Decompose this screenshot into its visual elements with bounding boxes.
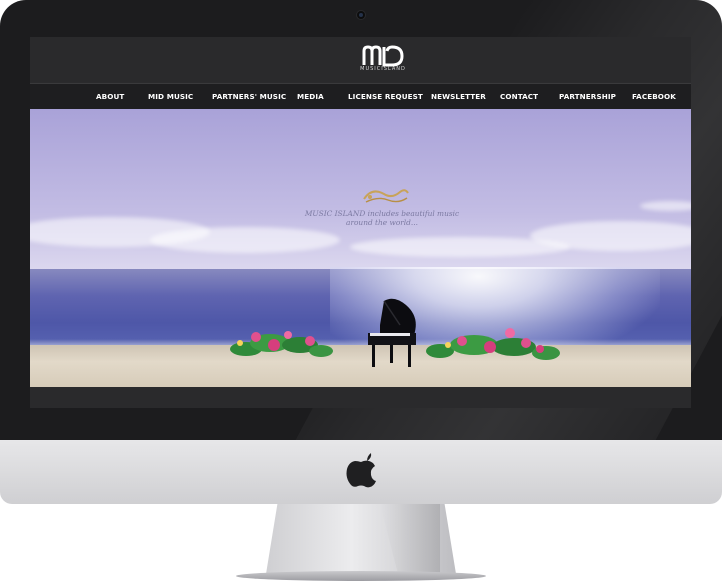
hero-banner: MUSIC ISLAND includes beautiful music ar… (30, 109, 691, 387)
nav-media[interactable]: MEDIA (297, 84, 324, 109)
nav-partners-music[interactable]: PARTNERS' MUSIC (212, 84, 286, 109)
flowers-right (426, 328, 560, 360)
nav-facebook[interactable]: FACEBOOK (632, 84, 676, 109)
tagline-line-1: MUSIC ISLAND includes beautiful music (304, 209, 460, 218)
logo-subtitle: MUSICISLAND (360, 66, 406, 72)
nav-contact[interactable]: CONTACT (500, 84, 538, 109)
camera-icon (357, 11, 365, 19)
nav-partnership[interactable]: PARTNERSHIP (559, 84, 616, 109)
apple-icon (346, 453, 376, 488)
flowers-left (230, 331, 333, 357)
imac-screen: MUSICISLAND ABOUT MID MUSIC PARTNERS' MU… (30, 37, 691, 408)
site-logo[interactable]: MUSICISLAND (358, 43, 408, 77)
mid-logo (362, 45, 404, 67)
grand-piano (368, 298, 416, 367)
main-nav: ABOUT MID MUSIC PARTNERS' MUSIC MEDIA LI… (30, 83, 691, 110)
nav-newsletter[interactable]: NEWSLETTER (431, 84, 486, 109)
hero-tagline: MUSIC ISLAND includes beautiful music ar… (292, 209, 472, 227)
page-footer-strip (30, 387, 691, 408)
swirl-ornament-icon (363, 189, 409, 203)
nav-mid-music[interactable]: MID MUSIC (148, 84, 193, 109)
nav-license-request[interactable]: LICENSE REQUEST (348, 84, 423, 109)
site-header: MUSICISLAND (30, 37, 691, 82)
tagline-line-2: around the world... (346, 218, 418, 227)
cloud (150, 227, 340, 253)
cloud (640, 201, 691, 211)
nav-about[interactable]: ABOUT (96, 84, 124, 109)
imac-stand-base (236, 571, 486, 581)
